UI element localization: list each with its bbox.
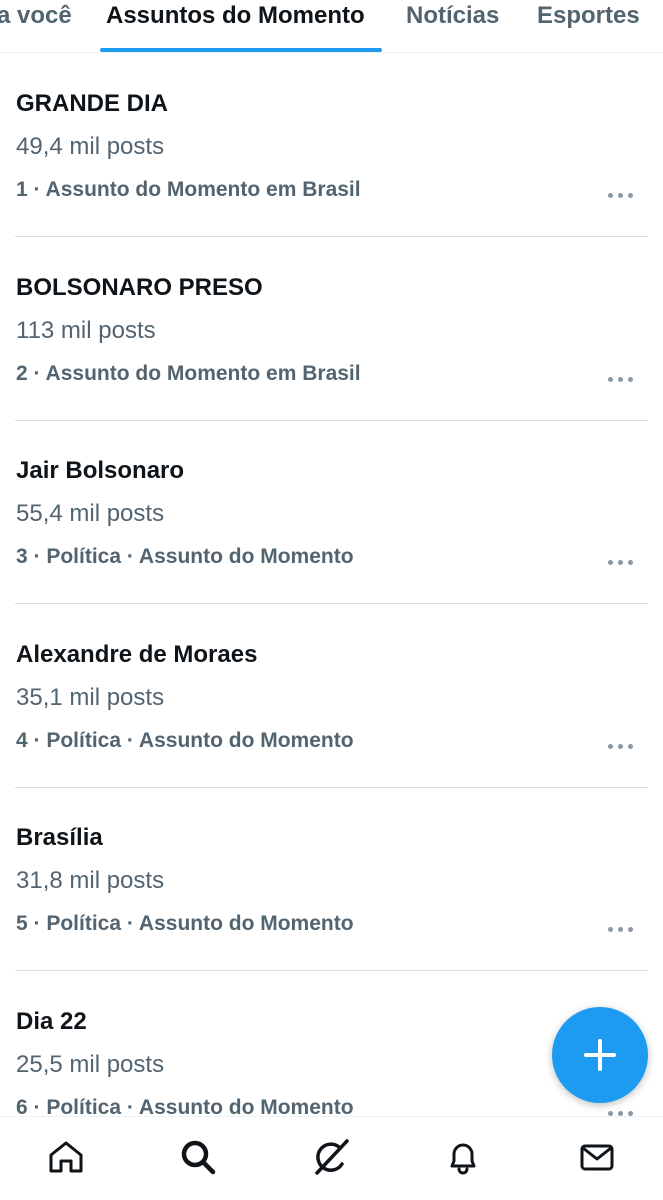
trend-name: Brasília (16, 824, 103, 851)
explore-page: a você Assuntos do Momento Notícias Espo… (0, 0, 663, 1200)
trend-name: Dia 22 (16, 1008, 87, 1035)
more-options-icon[interactable] (608, 741, 634, 751)
trend-item[interactable]: BOLSONARO PRESO 113 mil posts 2 · Assunt… (15, 237, 648, 421)
mail-icon (580, 1144, 614, 1171)
trend-post-count: 49,4 mil posts (16, 133, 165, 160)
search-icon (181, 1140, 216, 1175)
trend-item[interactable]: Alexandre de Moraes 35,1 mil posts 4 · P… (15, 604, 648, 788)
trend-item[interactable]: Jair Bolsonaro 55,4 mil posts 3 · Políti… (15, 420, 648, 604)
trend-name: Jair Bolsonaro (16, 457, 185, 484)
tab-for-you[interactable]: a você (0, 0, 72, 52)
tab-label: a você (0, 2, 72, 29)
nav-messages[interactable] (577, 1137, 617, 1177)
trend-post-count: 113 mil posts (16, 317, 156, 344)
tab-label: Notícias (406, 2, 500, 29)
plus-icon (584, 1039, 616, 1071)
bell-icon (450, 1143, 476, 1175)
trend-post-count: 35,1 mil posts (16, 684, 165, 711)
nav-notifications[interactable] (443, 1137, 483, 1177)
more-options-icon[interactable] (608, 374, 634, 384)
trend-context: 2 · Assunto do Momento em Brasil (16, 362, 361, 385)
nav-grok[interactable] (311, 1137, 351, 1177)
grok-icon (315, 1139, 349, 1175)
trend-item[interactable]: Brasília 31,8 mil posts 5 · Política · A… (15, 787, 648, 971)
trend-name: BOLSONARO PRESO (16, 274, 263, 301)
tab-label: Esportes (537, 2, 640, 29)
explore-tabs: a você Assuntos do Momento Notícias Espo… (0, 0, 663, 53)
trend-post-count: 55,4 mil posts (16, 500, 165, 527)
home-icon (49, 1141, 83, 1173)
more-options-icon[interactable] (608, 924, 634, 934)
nav-search[interactable] (178, 1137, 218, 1177)
trend-name: Alexandre de Moraes (16, 641, 258, 668)
trend-context: 1 · Assunto do Momento em Brasil (16, 178, 361, 201)
tab-sports[interactable]: Esportes (537, 0, 640, 52)
trend-post-count: 25,5 mil posts (16, 1051, 165, 1078)
more-options-icon[interactable] (608, 190, 634, 200)
tab-news[interactable]: Notícias (406, 0, 499, 52)
more-options-icon[interactable] (608, 557, 634, 567)
trend-context: 4 · Política · Assunto do Momento (16, 729, 354, 752)
trend-context: 5 · Política · Assunto do Momento (16, 912, 354, 935)
trend-name: GRANDE DIA (16, 90, 169, 117)
compose-post-button[interactable] (552, 1007, 648, 1103)
bottom-navigation (0, 1116, 663, 1200)
trend-item[interactable]: GRANDE DIA 49,4 mil posts 1 · Assunto do… (15, 53, 648, 237)
nav-home[interactable] (46, 1137, 86, 1177)
trend-context: 3 · Política · Assunto do Momento (16, 545, 354, 568)
tab-trending[interactable]: Assuntos do Momento (100, 0, 382, 52)
trend-post-count: 31,8 mil posts (16, 867, 165, 894)
tab-label: Assuntos do Momento (106, 2, 365, 29)
active-tab-indicator (100, 48, 382, 52)
